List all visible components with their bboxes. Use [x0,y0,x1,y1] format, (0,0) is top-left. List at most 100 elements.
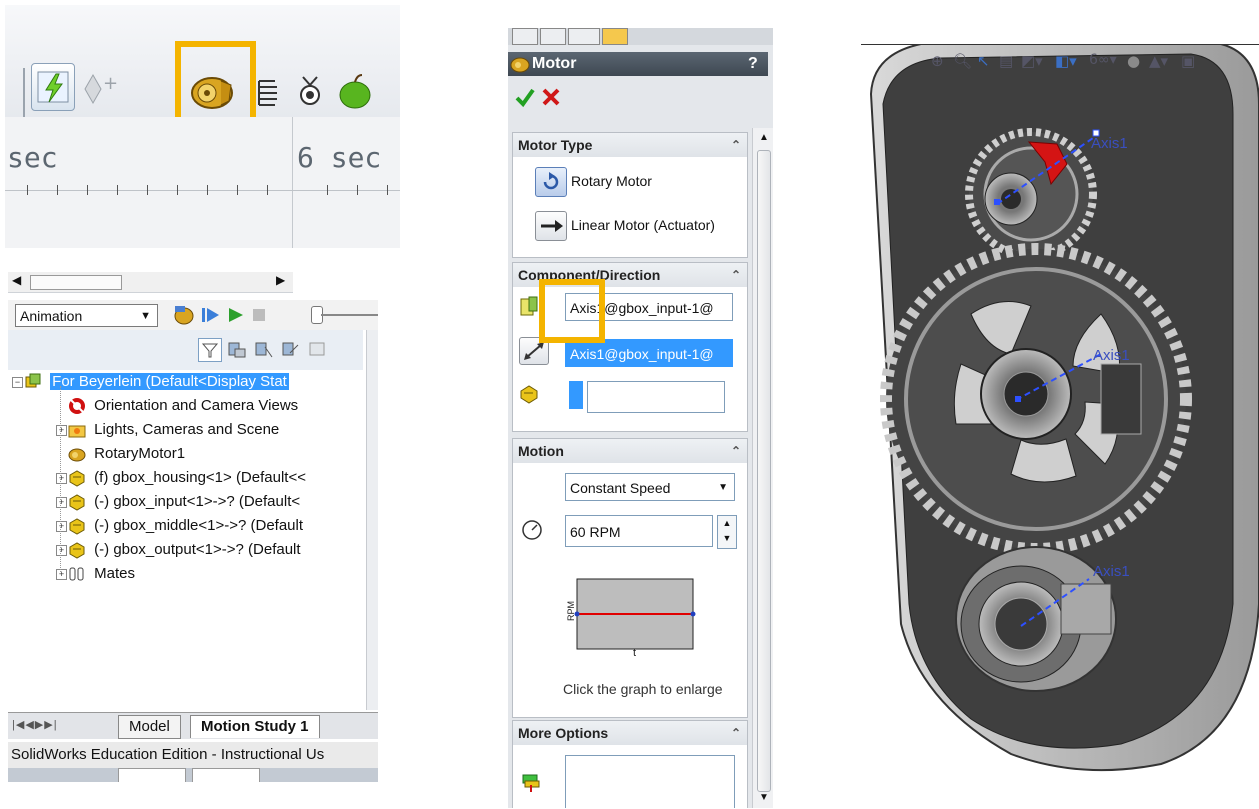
damper-icon[interactable] [295,71,325,109]
tab-scroll-icon[interactable]: |◀◀▶▶| [12,718,58,731]
motion-profile-select[interactable]: Constant Speed ▼ [565,473,735,501]
property-manager-header: Motor ? [508,52,768,76]
tree-item-mates[interactable]: Mates [68,562,135,586]
timeline-tick [87,185,88,195]
graphics-area[interactable]: Axis1 Axis1 Axis1 ⊕ 🔍︎ ↖ ▤ ◩▾ ◧▾ 6∞▾ ● ▲… [861,44,1259,780]
zoom-fit-icon[interactable]: ⊕ [931,52,944,70]
play-from-start-icon[interactable] [200,305,222,325]
tree-item-orientation[interactable]: Orientation and Camera Views [68,394,298,418]
gearbox-model: Axis1 Axis1 Axis1 [869,44,1259,772]
play-icon[interactable] [226,305,246,325]
rotary-motor-icon [543,172,559,190]
rotary-motor-label[interactable]: Rotary Motor [571,173,652,189]
filter-driving-icon[interactable] [226,339,248,361]
view-orientation-icon[interactable]: ◩▾ [1021,52,1043,70]
section-view-icon[interactable]: ▤ [999,52,1013,70]
help-button[interactable]: ? [748,52,758,76]
speed-field[interactable]: 60 RPM [565,515,713,547]
tree-item-lights[interactable]: Lights, Cameras and Scene [68,418,279,442]
linear-motor-label[interactable]: Linear Motor (Actuator) [571,217,715,233]
timeline-tick [237,185,238,195]
timeline-tick [267,185,268,195]
linear-motor-button[interactable] [535,211,567,241]
part-icon [69,518,85,535]
tree-item-part[interactable]: (-) gbox_middle<1>->? (Default [68,514,303,538]
edit-appearance-icon[interactable]: ● [1127,52,1140,70]
gravity-icon[interactable] [335,71,375,111]
scroll-right-icon[interactable]: ▶ [276,273,285,287]
more-options-heading: More Options [518,725,609,741]
cancel-icon[interactable] [540,86,562,108]
timeline-tick [357,185,358,195]
vertical-scrollbar[interactable] [366,330,378,710]
output-shaft [955,546,1117,692]
tree-item-label: (-) gbox_input<1>->? (Default< [94,493,301,510]
hide-show-icon[interactable]: 6∞▾ [1089,52,1117,68]
zoom-area-icon[interactable]: 🔍︎ [953,52,972,70]
filter-results-icon[interactable] [280,339,302,361]
filter-selected-icon[interactable] [253,339,275,361]
study-type-select[interactable]: Animation ▼ [15,304,158,327]
taskbar-button[interactable] [118,768,186,782]
stop-icon[interactable] [250,306,268,324]
motion-profile-graph[interactable]: RPM t [566,575,697,659]
tab-motion-study[interactable]: Motion Study 1 [190,715,320,738]
profile-end-point [690,611,696,617]
part-icon [69,494,85,511]
more-options-list[interactable] [565,755,735,808]
tree-root[interactable]: For Beyerlein (Default<Display Stat [24,370,289,394]
part-icon [69,542,85,559]
more-options-header[interactable]: More Options ⌃ [513,721,747,745]
graphics-border [861,44,1259,45]
tree-item-part[interactable]: (-) gbox_input<1>->? (Default< [68,490,300,514]
speed-stepper[interactable]: ▲ ▼ [717,515,737,549]
axis-label: Axis1 [1093,563,1130,580]
horizontal-scrollbar[interactable]: ◀ ▶ [8,272,293,293]
view-settings-icon[interactable]: ▣ [1181,52,1195,70]
add-key-icon[interactable]: + [81,71,125,107]
motion-manager-toolbar: + [5,5,400,129]
filter-animation-button[interactable] [198,338,222,362]
motion-heading: Motion [518,443,564,459]
ok-icon[interactable] [514,86,536,108]
scroll-down-icon[interactable]: ▼ [759,792,769,803]
timeline-rule [5,190,400,191]
tree-item-part[interactable]: (-) gbox_output<1>->? (Default [68,538,301,562]
rotary-motor-button[interactable] [535,167,567,197]
tree-item-label: Mates [94,565,136,582]
tree-item-label: (f) gbox_housing<1> (Default<< [94,469,306,486]
more-options-group: More Options ⌃ [512,720,748,808]
timeline[interactable] [5,117,400,248]
scroll-left-icon[interactable]: ◀ [12,273,21,287]
motion-header[interactable]: Motion ⌃ [513,439,747,463]
load-bearing-faces-icon [522,774,540,792]
scroll-thumb[interactable] [757,150,771,792]
tab-display-manager[interactable] [602,28,628,45]
apply-scene-icon[interactable]: ▲▾ [1149,52,1168,70]
autofit-icon[interactable] [307,339,329,361]
component-to-move-field[interactable] [587,381,725,413]
chevron-up-icon: ⌃ [730,268,741,282]
tree-item-rotary-motor[interactable]: RotaryMotor1 [68,442,185,466]
tab-configuration-manager[interactable] [568,28,600,45]
graph-x-label: t [633,647,636,657]
calculate-button[interactable] [31,63,75,111]
tab-feature-manager[interactable] [512,28,538,45]
motion-study-properties-icon[interactable] [173,304,195,326]
tree-guide [60,386,62,572]
motor-type-header[interactable]: Motor Type ⌃ [513,133,747,157]
tree-item-part[interactable]: (f) gbox_housing<1> (Default<< [68,466,306,490]
scroll-up-icon[interactable]: ▲ [759,132,769,143]
timeline-tick [27,185,28,195]
display-style-icon[interactable]: ◧▾ [1055,52,1077,70]
scroll-thumb[interactable] [30,275,122,290]
vertical-scrollbar[interactable]: ▲ ▼ [752,128,773,808]
previous-view-icon[interactable]: ↖ [977,52,990,70]
spring-icon[interactable] [255,75,281,109]
tab-model[interactable]: Model [118,715,181,739]
motor-direction-field[interactable]: Axis1@gbox_input-1@ [565,339,733,367]
collapse-icon[interactable]: − [12,377,23,388]
tab-property-manager[interactable] [540,28,566,45]
lights-folder-icon [68,425,86,438]
taskbar-button[interactable] [192,768,260,782]
